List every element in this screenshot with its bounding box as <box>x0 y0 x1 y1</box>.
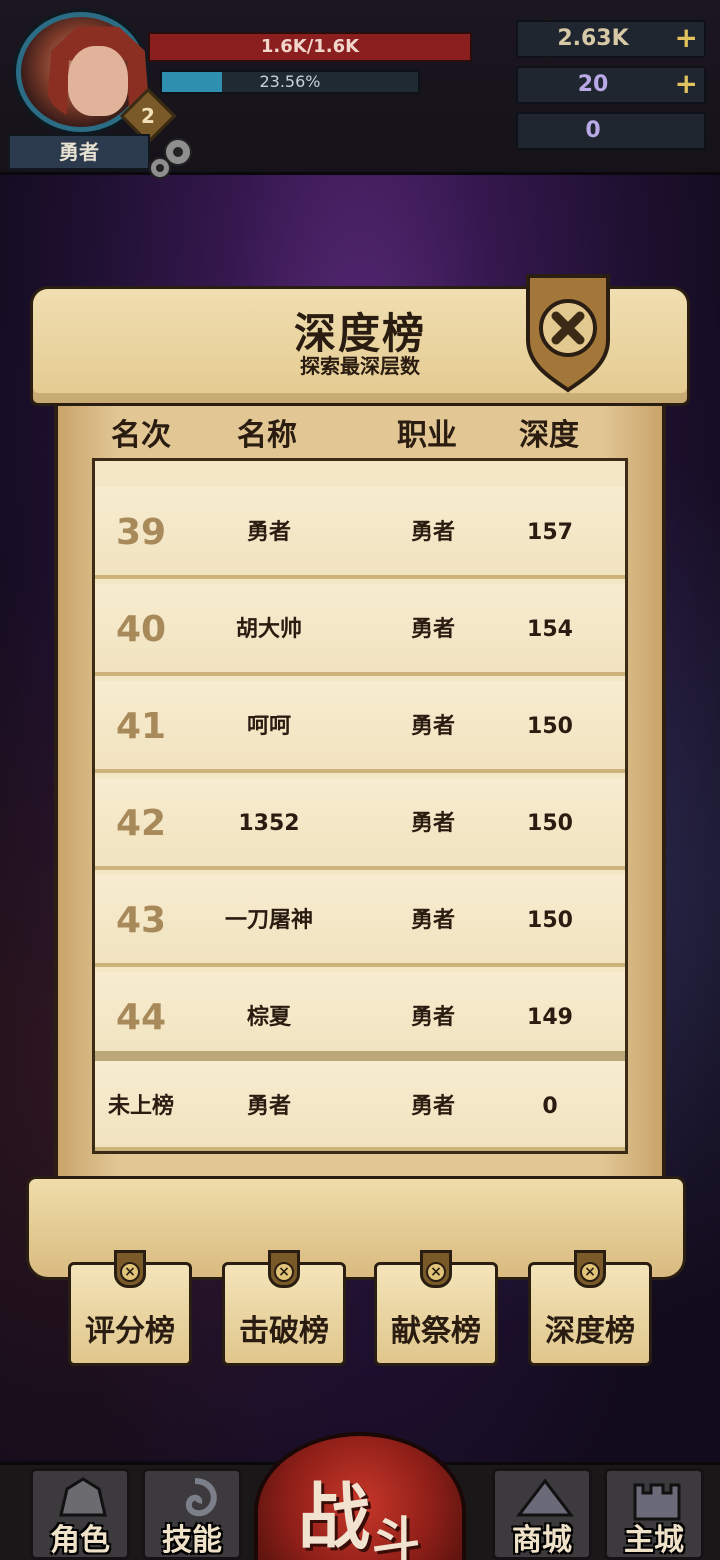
row-name: 呵呵 <box>246 714 291 739</box>
tab-pin-icon: × <box>120 1262 140 1282</box>
row-name: 一刀屠神 <box>224 908 313 933</box>
tab-label: 击破榜 <box>239 1314 329 1349</box>
avatar-face <box>68 46 128 116</box>
row-rank: 41 <box>115 706 167 747</box>
panel-subtitle: 探索最深层数 <box>300 354 420 378</box>
nav-skills-button[interactable]: 技能 <box>142 1468 242 1560</box>
tab-depth-ranking[interactable]: × 深度榜 <box>528 1250 652 1366</box>
row-rank: 39 <box>115 512 167 553</box>
row-depth: 154 <box>527 617 573 642</box>
top-hud: 2 勇者 1.6K/1.6K 23.56% 2.63K + 20 + 0 <box>0 0 720 179</box>
row-depth: 150 <box>527 714 573 739</box>
xp-text: 23.56% <box>259 72 321 91</box>
level-number: 2 <box>141 104 155 128</box>
close-button[interactable] <box>522 270 614 394</box>
leaderboard-row: 43 一刀屠神 勇者 150 <box>95 875 625 967</box>
nav-label: 技能 <box>162 1523 222 1558</box>
close-icon <box>526 274 610 393</box>
nav-city-button[interactable]: 主城 <box>604 1468 704 1560</box>
tab-label: 评分榜 <box>85 1314 175 1349</box>
column-header-depth: 深度 <box>519 418 579 453</box>
row-depth: 157 <box>527 520 573 545</box>
tab-sacrifice-ranking[interactable]: × 献祭榜 <box>374 1250 498 1366</box>
nav-label: 角色 <box>50 1523 110 1558</box>
gem-counter: 20 + <box>516 66 706 104</box>
column-header-class: 职业 <box>397 418 457 453</box>
gem-value: 20 <box>577 72 609 97</box>
add-gold-button[interactable]: + <box>675 23 698 53</box>
tab-label: 深度榜 <box>545 1314 635 1349</box>
gold-value: 2.63K <box>557 26 629 51</box>
tab-pin-icon: × <box>580 1262 600 1282</box>
tab-pin-icon: × <box>426 1262 446 1282</box>
tab-score-ranking[interactable]: × 评分榜 <box>68 1250 192 1366</box>
gold-counter: 2.63K + <box>516 20 706 58</box>
key-counter: 0 <box>516 112 706 150</box>
row-rank: 42 <box>115 803 167 844</box>
row-depth: 150 <box>527 908 573 933</box>
my-name: 勇者 <box>246 1094 291 1119</box>
nav-label: 商城 <box>512 1523 572 1558</box>
nav-shop-button[interactable]: 商城 <box>492 1468 592 1560</box>
hp-text: 1.6K/1.6K <box>260 36 360 57</box>
column-header-rank: 名次 <box>111 418 171 453</box>
column-header-name: 名称 <box>237 418 297 453</box>
row-name: 胡大帅 <box>235 617 302 642</box>
leaderboard-row: 42 1352 勇者 150 <box>95 778 625 870</box>
nav-character-button[interactable]: 角色 <box>30 1468 130 1560</box>
row-name: 1352 <box>238 811 300 836</box>
key-value: 0 <box>585 118 601 143</box>
my-rank: 未上榜 <box>107 1094 174 1119</box>
nav-label: 主城 <box>624 1523 684 1558</box>
leaderboard-row: 40 胡大帅 勇者 154 <box>95 584 625 676</box>
battle-label-2: 斗 <box>372 1512 421 1560</box>
row-rank: 40 <box>115 609 167 650</box>
row-rank: 43 <box>115 900 167 941</box>
row-depth: 150 <box>527 811 573 836</box>
row-name: 勇者 <box>246 520 291 545</box>
leaderboard-row: 41 呵呵 勇者 150 <box>95 681 625 773</box>
add-gems-button[interactable]: + <box>675 69 698 99</box>
hero-name-label: 勇者 <box>8 134 150 170</box>
gear-icon[interactable] <box>144 132 200 182</box>
leaderboard-row: 39 勇者 勇者 157 <box>95 487 625 579</box>
tab-label: 献祭榜 <box>391 1314 481 1349</box>
my-depth: 0 <box>542 1094 558 1119</box>
tab-pin-icon: × <box>274 1262 294 1282</box>
leaderboard-list[interactable]: 39 勇者 勇者 157 40 胡大帅 勇者 154 41 呵呵 勇者 150 … <box>92 458 628 1154</box>
my-rank-row: 未上榜 勇者 勇者 0 <box>95 1051 625 1151</box>
tab-kill-ranking[interactable]: × 击破榜 <box>222 1250 346 1366</box>
battle-label-1: 战 <box>298 1475 371 1559</box>
